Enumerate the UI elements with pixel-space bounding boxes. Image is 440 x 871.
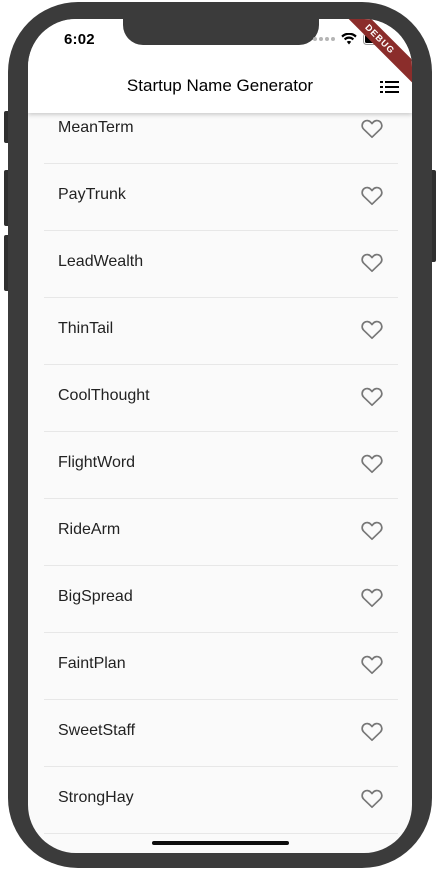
app-bar: 6:02 DEBUG Startup Name Generator: [28, 19, 412, 113]
list-item-label: MeanTerm: [58, 119, 134, 136]
list-item[interactable]: LeadWealth: [28, 231, 412, 298]
list-item-label: FaintPlan: [58, 655, 126, 672]
list-item[interactable]: CoolThought: [28, 365, 412, 432]
page: 6:02 DEBUG Startup Name Generator MeanTe…: [0, 0, 440, 871]
heart-outline-icon[interactable]: [361, 588, 383, 608]
list-item[interactable]: FaintPlan: [28, 633, 412, 700]
list-item-label: ThinTail: [58, 320, 114, 337]
list-item-label: CoolThought: [58, 387, 150, 404]
list-icon[interactable]: [380, 79, 400, 95]
heart-outline-icon[interactable]: [361, 320, 383, 340]
heart-outline-icon[interactable]: [361, 454, 383, 474]
heart-outline-icon[interactable]: [361, 655, 383, 675]
page-title: Startup Name Generator: [126, 76, 314, 95]
heart-outline-icon[interactable]: [361, 186, 383, 206]
name-list[interactable]: MeanTerm PayTrunk LeadWealth ThinTail Co…: [28, 97, 412, 853]
list-item[interactable]: ThinTail: [28, 298, 412, 365]
list-item-label: FlightWord: [58, 454, 136, 471]
list-item[interactable]: StrongHay: [28, 767, 412, 834]
list-item[interactable]: PayTrunk: [28, 164, 412, 231]
list-item[interactable]: BigSpread: [28, 566, 412, 633]
signal-icon: [313, 37, 335, 41]
heart-outline-icon[interactable]: [361, 789, 383, 809]
list-item-label: RideArm: [58, 521, 121, 538]
list-item-label: SweetStaff: [58, 722, 136, 739]
heart-outline-icon[interactable]: [361, 253, 383, 273]
list-item[interactable]: SweetStaff: [28, 700, 412, 767]
list-item[interactable]: FlightWord: [28, 432, 412, 499]
list-item-label: BigSpread: [58, 588, 133, 605]
list-item-label: LeadWealth: [58, 253, 144, 270]
phone-screen: 6:02 DEBUG Startup Name Generator MeanTe…: [28, 19, 412, 853]
heart-outline-icon[interactable]: [361, 119, 383, 139]
list-item-label: PayTrunk: [58, 186, 126, 203]
list-item[interactable]: RideArm: [28, 499, 412, 566]
status-time: 6:02: [64, 31, 95, 48]
list-item-label: StrongHay: [58, 789, 134, 806]
home-indicator[interactable]: [152, 841, 289, 845]
heart-outline-icon[interactable]: [361, 387, 383, 407]
heart-outline-icon[interactable]: [361, 722, 383, 742]
notch: [123, 19, 319, 45]
heart-outline-icon[interactable]: [361, 521, 383, 541]
wifi-icon: [341, 33, 357, 45]
